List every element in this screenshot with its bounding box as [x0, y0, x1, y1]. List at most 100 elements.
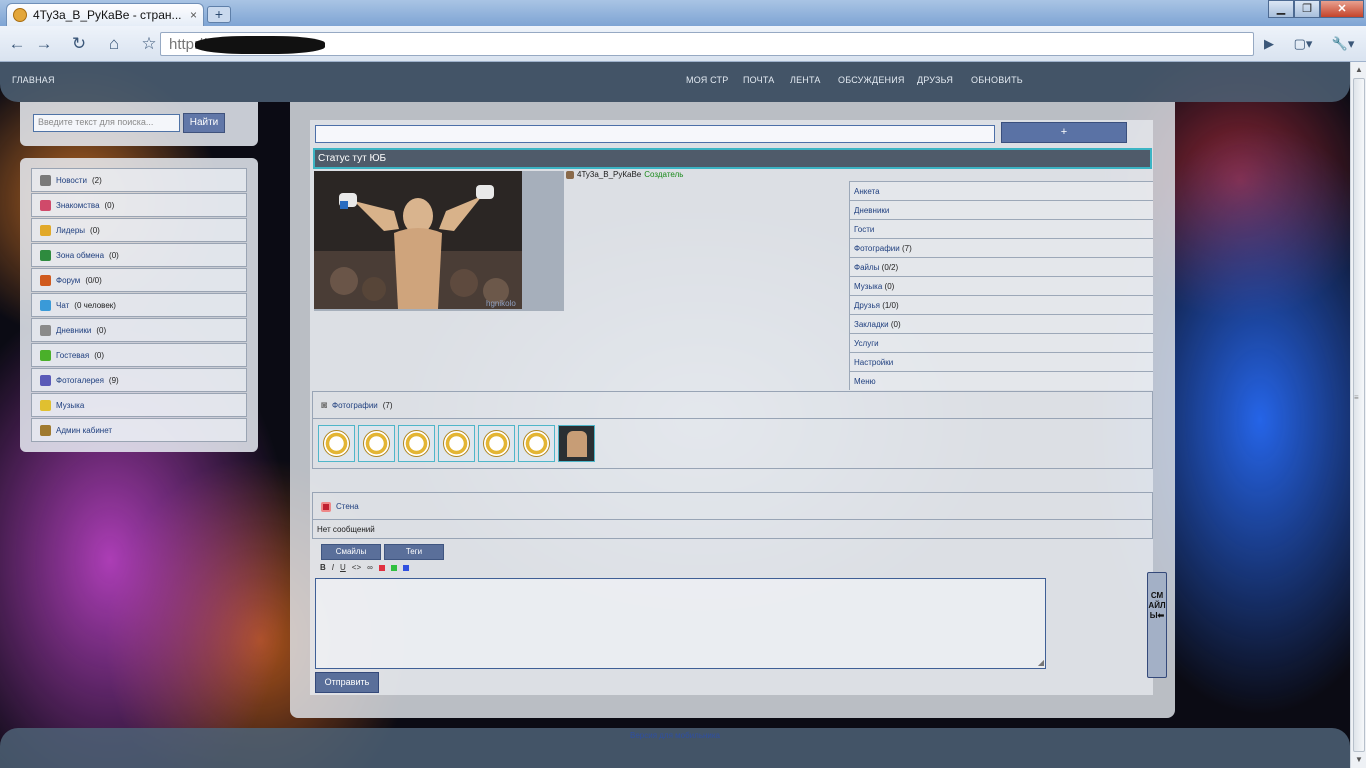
send-button[interactable]: Отправить [315, 672, 379, 693]
photo-watermark: hgnikolo [486, 299, 516, 308]
sidebar-item[interactable]: Лидеры (0) [31, 218, 247, 242]
forward-icon[interactable]: → [33, 33, 55, 55]
photo-thumb[interactable] [358, 425, 395, 462]
sidebar-item[interactable]: Знакомства (0) [31, 193, 247, 217]
sidebar-item-label: Гостевая [56, 350, 90, 360]
go-icon[interactable]: ▶ [1258, 33, 1280, 55]
crest-icon [323, 430, 350, 457]
scroll-thumb[interactable] [1353, 78, 1365, 752]
status-input[interactable] [315, 125, 995, 143]
sidebar-item-count: (2) [91, 175, 102, 185]
menu-item-icon [40, 424, 51, 436]
wall-message-input[interactable]: ◢ [315, 578, 1046, 669]
profile-link-label: Услуги [854, 339, 879, 348]
sidebar-item[interactable]: Новости (2) [31, 168, 247, 192]
page-menu-icon[interactable]: ▢▾ [1288, 33, 1318, 55]
search-button[interactable]: Найти [183, 113, 225, 133]
new-tab-button[interactable]: + [207, 6, 231, 23]
profile-photo-frame[interactable]: hgnikolo [314, 171, 564, 311]
nav-mail[interactable]: ПОЧТА [743, 75, 774, 85]
sidebar-item[interactable]: Чат (0 человек) [31, 293, 247, 317]
maximize-button[interactable]: ❐ [1294, 0, 1320, 18]
code-button[interactable]: <> [352, 563, 361, 572]
profile-link[interactable]: Гости [849, 219, 1153, 238]
profile-link-label: Фотографии [854, 244, 900, 253]
profile-link[interactable]: Закладки (0) [849, 314, 1153, 333]
profile-link[interactable]: Меню [849, 371, 1153, 390]
smiles-tab[interactable]: Смайлы [321, 544, 381, 560]
smiles-side-tab[interactable]: СМАЙЛЫ⬅ [1147, 572, 1167, 678]
link-button[interactable]: ∞ [367, 563, 373, 572]
nav-my-page[interactable]: МОЯ СТР [686, 75, 728, 85]
home-icon[interactable]: ⌂ [103, 33, 125, 55]
menu-item-icon [40, 174, 51, 186]
sidebar-item-label: Фотогалерея [56, 375, 104, 385]
sidebar-item[interactable]: Гостевая (0) [31, 343, 247, 367]
profile-link-label: Музыка [854, 282, 883, 291]
tab-close-icon[interactable]: × [190, 8, 197, 22]
nav-discussions[interactable]: ОБСУЖДЕНИЯ [838, 75, 905, 85]
crest-icon [403, 430, 430, 457]
page-scrollbar[interactable]: ▲ ≡ ▼ [1350, 62, 1366, 768]
back-icon[interactable]: ← [6, 33, 28, 55]
photo-thumb[interactable] [518, 425, 555, 462]
profile-link[interactable]: Настройки [849, 352, 1153, 371]
profile-link-count: (7) [901, 244, 912, 253]
profile-link[interactable]: Музыка (0) [849, 276, 1153, 295]
profile-link[interactable]: Анкета [849, 181, 1153, 200]
underline-button[interactable]: U [340, 563, 346, 572]
nav-friends[interactable]: ДРУЗЬЯ [917, 75, 953, 85]
bookmark-star-icon[interactable]: ☆ [138, 33, 160, 55]
nav-refresh[interactable]: ОБНОВИТЬ [971, 75, 1023, 85]
profile-link[interactable]: Файлы (0/2) [849, 257, 1153, 276]
menu-item-icon [40, 374, 51, 386]
resize-handle-icon[interactable]: ◢ [1038, 658, 1044, 667]
wall-header[interactable]: Стена [313, 493, 1152, 520]
sidebar-item[interactable]: Фотогалерея (9) [31, 368, 247, 392]
profile-link[interactable]: Фотографии (7) [849, 238, 1153, 257]
scroll-up-icon[interactable]: ▲ [1351, 62, 1366, 78]
photo-thumb[interactable] [478, 425, 515, 462]
footer: Версия для мобильника [0, 728, 1350, 768]
reload-icon[interactable]: ↻ [68, 33, 90, 55]
sidebar-item[interactable]: Форум (0/0) [31, 268, 247, 292]
wrench-menu-icon[interactable]: 🔧▾ [1326, 33, 1360, 55]
nav-feed[interactable]: ЛЕНТА [790, 75, 821, 85]
sidebar-item-label: Музыка [56, 400, 85, 410]
mobile-version-link[interactable]: Версия для мобильника [0, 731, 1350, 740]
photo-thumb[interactable] [558, 425, 595, 462]
blue-color-button[interactable] [402, 564, 409, 571]
profile-link-label: Друзья [854, 301, 880, 310]
scroll-down-icon[interactable]: ▼ [1351, 752, 1366, 768]
wall-title: Стена [336, 502, 359, 511]
sidebar-item[interactable]: Дневники (0) [31, 318, 247, 342]
browser-tab[interactable]: 4Ту3а_В_РуКаВе - стран... × [6, 3, 204, 26]
nav-home[interactable]: ГЛАВНАЯ [12, 75, 55, 85]
search-input[interactable]: Введите текст для поиска... [33, 114, 180, 132]
username[interactable]: 4Ту3а_В_РуКаВе [577, 170, 641, 179]
photo-thumb[interactable] [398, 425, 435, 462]
profile-link-label: Гости [854, 225, 875, 234]
profile-link-count: (0) [884, 282, 895, 291]
italic-button[interactable]: I [332, 563, 334, 572]
green-color-button[interactable] [390, 564, 397, 571]
profile-link-label: Закладки [854, 320, 889, 329]
sidebar-item[interactable]: Админ кабинет [31, 418, 247, 442]
red-color-button[interactable] [378, 564, 385, 571]
profile-link[interactable]: Дневники [849, 200, 1153, 219]
photos-header[interactable]: ◙ Фотографии (7) [313, 392, 1152, 419]
profile-link-label: Анкета [854, 187, 880, 196]
photo-thumb[interactable] [438, 425, 475, 462]
menu-item-icon [40, 324, 51, 336]
profile-link[interactable]: Услуги [849, 333, 1153, 352]
add-status-button[interactable]: + [1001, 122, 1127, 143]
sidebar-item[interactable]: Зона обмена (0) [31, 243, 247, 267]
close-window-button[interactable]: ✕ [1320, 0, 1364, 18]
profile-link[interactable]: Друзья (1/0) [849, 295, 1153, 314]
photo-thumb[interactable] [318, 425, 355, 462]
minimize-button[interactable]: ▁ [1268, 0, 1294, 18]
tags-tab[interactable]: Теги [384, 544, 444, 560]
user-role: Создатель [644, 170, 684, 179]
sidebar-item[interactable]: Музыка [31, 393, 247, 417]
bold-button[interactable]: B [320, 563, 326, 572]
